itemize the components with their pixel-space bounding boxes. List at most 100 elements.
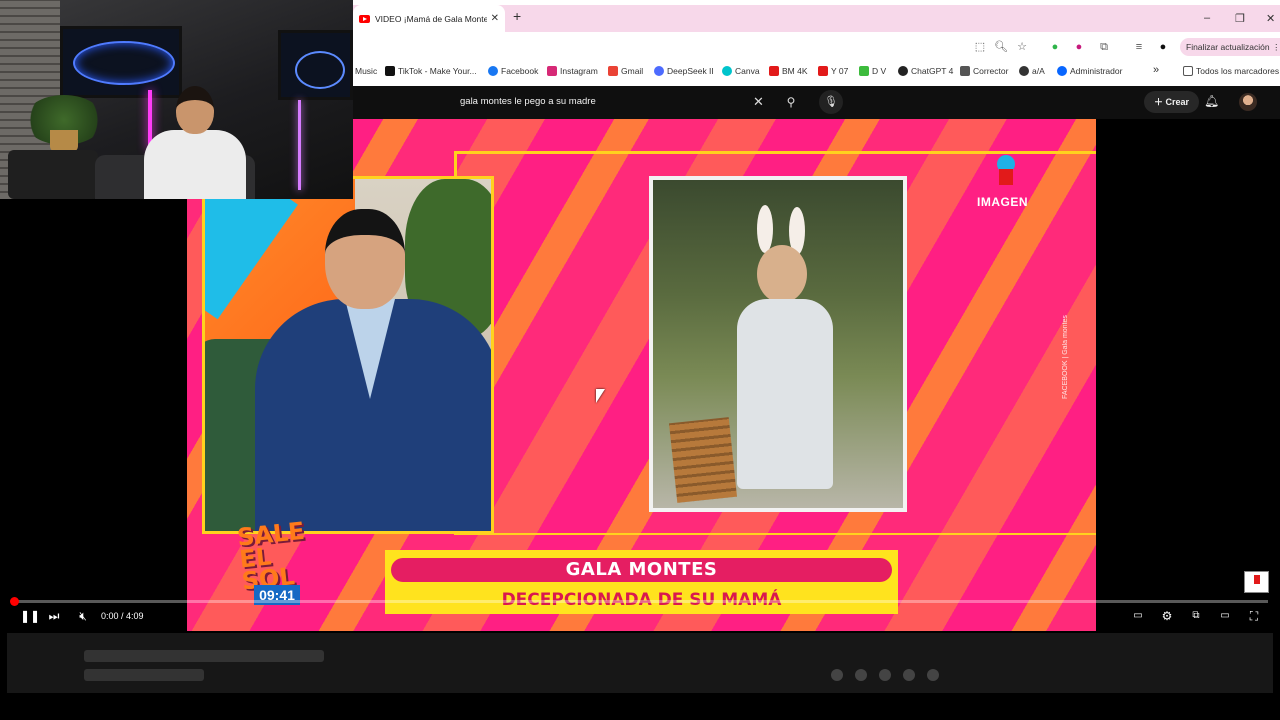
clear-search-icon[interactable]: ✕ — [753, 94, 764, 110]
avatar[interactable] — [1239, 93, 1257, 111]
microphone-icon[interactable]: 🎙︎ — [819, 90, 843, 114]
youtube-icon — [359, 14, 370, 23]
bookmark-chatgpt[interactable]: ChatGPT 4 — [898, 66, 953, 76]
action-skeleton[interactable] — [903, 669, 915, 681]
extension-pink-icon[interactable]: ● — [1072, 40, 1086, 54]
bookmark-y07[interactable]: Y 07 — [818, 66, 848, 76]
bookmark-instagram[interactable]: Instagram — [547, 66, 598, 76]
pause-icon[interactable]: ❚❚ — [20, 608, 40, 624]
bookmark-deepseek[interactable]: DeepSeek II — [654, 66, 714, 76]
create-button[interactable]: ＋ Crear — [1144, 91, 1200, 113]
fullscreen-icon[interactable]: ⛶ — [1247, 608, 1261, 624]
action-skeletons — [831, 669, 939, 681]
all-bookmarks-button[interactable]: Todos los marcadores — [1183, 66, 1279, 76]
bookmark-administrador[interactable]: Administrador — [1057, 66, 1122, 76]
facebook-icon — [488, 66, 498, 76]
chatgpt-icon — [898, 66, 908, 76]
profile-icon[interactable]: ● — [1156, 40, 1170, 54]
streamer-head — [176, 86, 214, 134]
new-tab-button[interactable]: + — [513, 8, 521, 24]
globe-icon — [1019, 66, 1029, 76]
tab-strip: VIDEO ¡Mamá de Gala Montes ✕ + – ❐ ✕ — [353, 5, 1280, 32]
bookmark-corrector[interactable]: Corrector — [960, 66, 1008, 76]
miniplayer-icon[interactable]: ⧉ — [1189, 608, 1203, 624]
folder-icon — [1183, 66, 1193, 76]
girl-body — [737, 299, 833, 489]
media-icon[interactable]: ≡ — [1132, 40, 1146, 54]
mute-icon[interactable]: 🔇︎ — [76, 608, 90, 624]
gear-icon[interactable]: ⚙︎ — [1160, 608, 1174, 624]
search-input[interactable]: gala montes le pego a su madre — [450, 90, 777, 114]
youtube-icon — [818, 66, 828, 76]
tiktok-icon — [385, 66, 395, 76]
close-window-button[interactable]: ✕ — [1266, 12, 1275, 25]
bunny-ear — [757, 205, 773, 253]
minimize-button[interactable]: – — [1204, 12, 1210, 24]
gmail-icon — [608, 66, 618, 76]
next-icon[interactable]: ⏭︎ — [47, 608, 61, 624]
create-label: Crear — [1165, 97, 1190, 107]
bookmark-label: Canva — [735, 66, 760, 76]
imagen-logo-icon — [997, 155, 1015, 185]
bookmark-label: D V — [872, 66, 887, 76]
progress-bar[interactable] — [12, 600, 1268, 603]
lower-third: GALA MONTES DECEPCIONADA DE SU MAMÁ — [385, 550, 898, 614]
bookmarks-bar: Music TikTok - Make Your... Facebook Ins… — [353, 62, 1280, 82]
theater-icon[interactable]: ▭ — [1218, 608, 1232, 624]
bookmark-label: Y 07 — [831, 66, 849, 76]
video-info-placeholder — [7, 633, 1273, 693]
restore-button[interactable]: ❐ — [1235, 12, 1245, 25]
install-icon[interactable]: ⬚ — [973, 40, 987, 54]
bookmark-canva[interactable]: Canva — [722, 66, 760, 76]
webcam-overlay — [0, 0, 353, 199]
subtitles-icon[interactable]: ▭ — [1131, 608, 1145, 624]
chevron-right-icon: » — [1153, 64, 1160, 76]
star-icon[interactable]: ☆ — [1015, 40, 1029, 54]
deepseek-icon — [654, 66, 664, 76]
bookmark-tiktok[interactable]: TikTok - Make Your... — [385, 66, 477, 76]
youtube-masthead: gala montes le pego a su madre ✕ ⚲ 🎙︎ ＋ … — [353, 86, 1280, 119]
bm-icon — [769, 66, 779, 76]
action-skeleton[interactable] — [831, 669, 843, 681]
bookmark-label: Music — [355, 66, 378, 76]
bookmark-bm4k[interactable]: BM 4K — [769, 66, 808, 76]
extension-green-icon[interactable]: ● — [1048, 40, 1062, 54]
lower-third-title: GALA MONTES — [391, 558, 892, 582]
time-display: 0:00 / 4:09 — [101, 611, 144, 621]
bookmark-facebook[interactable]: Facebook — [488, 66, 538, 76]
background-tv-right — [278, 30, 353, 100]
action-skeleton[interactable] — [879, 669, 891, 681]
mouse-cursor — [596, 389, 605, 403]
meta-icon — [1057, 66, 1067, 76]
scrubber-handle[interactable] — [10, 597, 19, 606]
bookmark-gmail[interactable]: Gmail — [608, 66, 643, 76]
bookmark-label: Gmail — [621, 66, 644, 76]
girl-figure — [731, 205, 833, 505]
search-icon[interactable]: ⚲ — [777, 90, 805, 114]
bell-icon[interactable]: 🔔︎ — [1204, 94, 1219, 108]
bookmarks-more-button[interactable]: » — [1153, 64, 1159, 76]
bookmark-dv[interactable]: D V — [859, 66, 886, 76]
update-label: Finalizar actualización — [1186, 42, 1270, 52]
corrector-icon — [960, 66, 970, 76]
bookmark-label: Corrector — [973, 66, 1009, 76]
action-skeleton[interactable] — [855, 669, 867, 681]
tab-active[interactable]: VIDEO ¡Mamá de Gala Montes ✕ — [353, 5, 505, 32]
childhood-photo — [649, 176, 907, 512]
update-button[interactable]: Finalizar actualización ⋮ — [1180, 38, 1280, 56]
close-icon[interactable]: ✕ — [491, 13, 499, 24]
bookmark-label: TikTok - Make Your... — [398, 66, 477, 76]
bookmark-label: BM 4K — [782, 66, 808, 76]
bookmark-label: Facebook — [501, 66, 539, 76]
instagram-icon — [547, 66, 557, 76]
show-logo: SALE EL SOL — [235, 516, 306, 596]
gaming-chair — [8, 150, 98, 199]
bookmark-music[interactable]: Music — [355, 66, 377, 76]
plant-pot — [50, 130, 78, 152]
zoom-icon[interactable]: 🔍︎ — [994, 40, 1008, 54]
title-skeleton — [84, 650, 324, 662]
bookmark-aa[interactable]: a/A — [1019, 66, 1045, 76]
action-skeleton[interactable] — [927, 669, 939, 681]
puzzle-icon[interactable]: ⧉ — [1097, 40, 1111, 54]
channel-watermark[interactable] — [1244, 571, 1269, 593]
